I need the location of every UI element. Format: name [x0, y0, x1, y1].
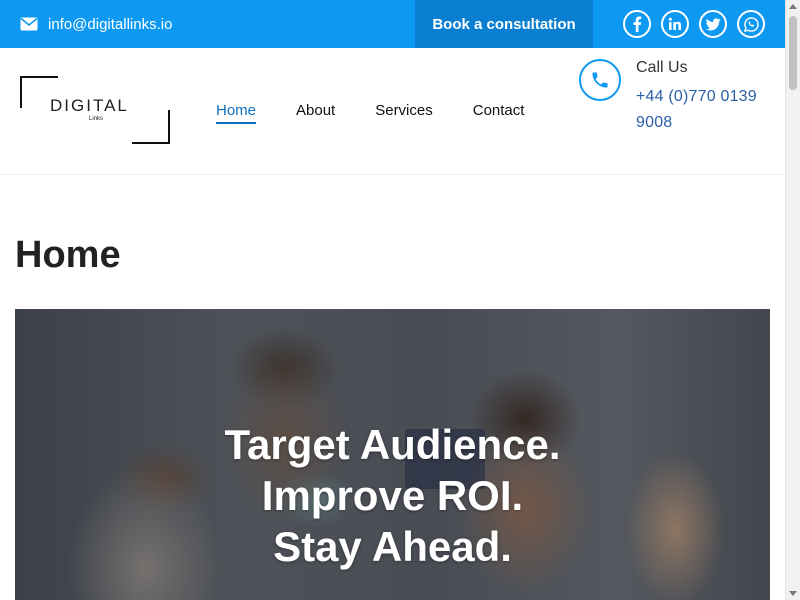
logo-wordmark: DIGITAL	[50, 96, 129, 115]
logo-subtext: Links	[53, 116, 139, 122]
linkedin-icon[interactable]	[661, 10, 689, 38]
scroll-up-icon[interactable]	[789, 4, 797, 9]
phone-number[interactable]: +44 (0)770 0139 9008	[636, 84, 771, 136]
scroll-down-icon[interactable]	[789, 591, 797, 596]
hero-banner: Target Audience. Improve ROI. Stay Ahead…	[15, 309, 770, 600]
nav-item-contact[interactable]: Contact	[473, 102, 525, 124]
email-link[interactable]: info@digitallinks.io	[20, 14, 172, 34]
page-scrollbar[interactable]	[785, 0, 800, 600]
facebook-icon[interactable]	[623, 10, 651, 38]
email-text[interactable]: info@digitallinks.io	[48, 16, 172, 33]
nav-item-home[interactable]: Home	[216, 102, 257, 124]
hero-line: Stay Ahead.	[273, 523, 512, 570]
whatsapp-icon[interactable]	[737, 10, 765, 38]
nav-item-about[interactable]: About	[296, 102, 335, 124]
hero-headline: Target Audience. Improve ROI. Stay Ahead…	[15, 419, 770, 572]
book-consultation-button[interactable]: Book a consultation	[415, 0, 593, 48]
envelope-icon	[20, 17, 38, 31]
phone-icon[interactable]	[579, 59, 621, 101]
main-nav: Home About Services Contact	[216, 102, 524, 124]
digital-links-logo[interactable]: DIGITAL Links	[20, 76, 170, 144]
header-divider	[0, 174, 785, 175]
social-links	[623, 10, 765, 38]
nav-item-services[interactable]: Services	[375, 102, 433, 124]
hero-line: Improve ROI.	[261, 472, 524, 519]
top-bar: info@digitallinks.io Book a consultation	[0, 0, 785, 48]
call-us-label: Call Us	[636, 59, 688, 76]
hero-line: Target Audience.	[224, 421, 561, 468]
page-title: Home	[15, 234, 121, 276]
scrollbar-thumb[interactable]	[789, 16, 797, 90]
twitter-icon[interactable]	[699, 10, 727, 38]
